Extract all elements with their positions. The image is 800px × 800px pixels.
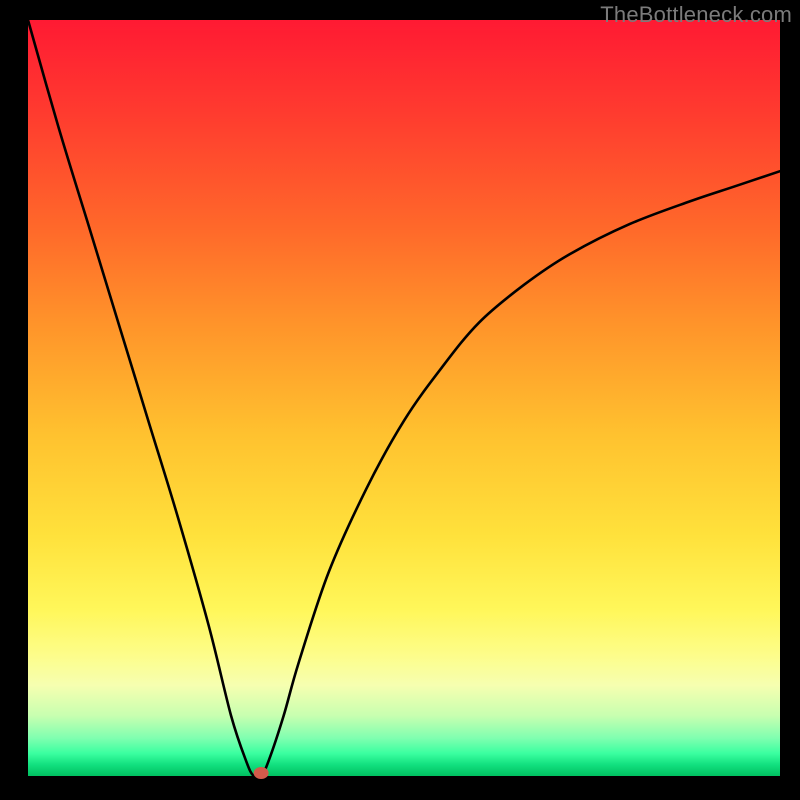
optimal-point-marker [254,767,269,779]
plot-area [28,20,780,776]
chart-container: TheBottleneck.com [0,0,800,800]
curve-svg [28,20,780,776]
bottleneck-curve [28,20,780,778]
watermark-text: TheBottleneck.com [600,2,792,28]
